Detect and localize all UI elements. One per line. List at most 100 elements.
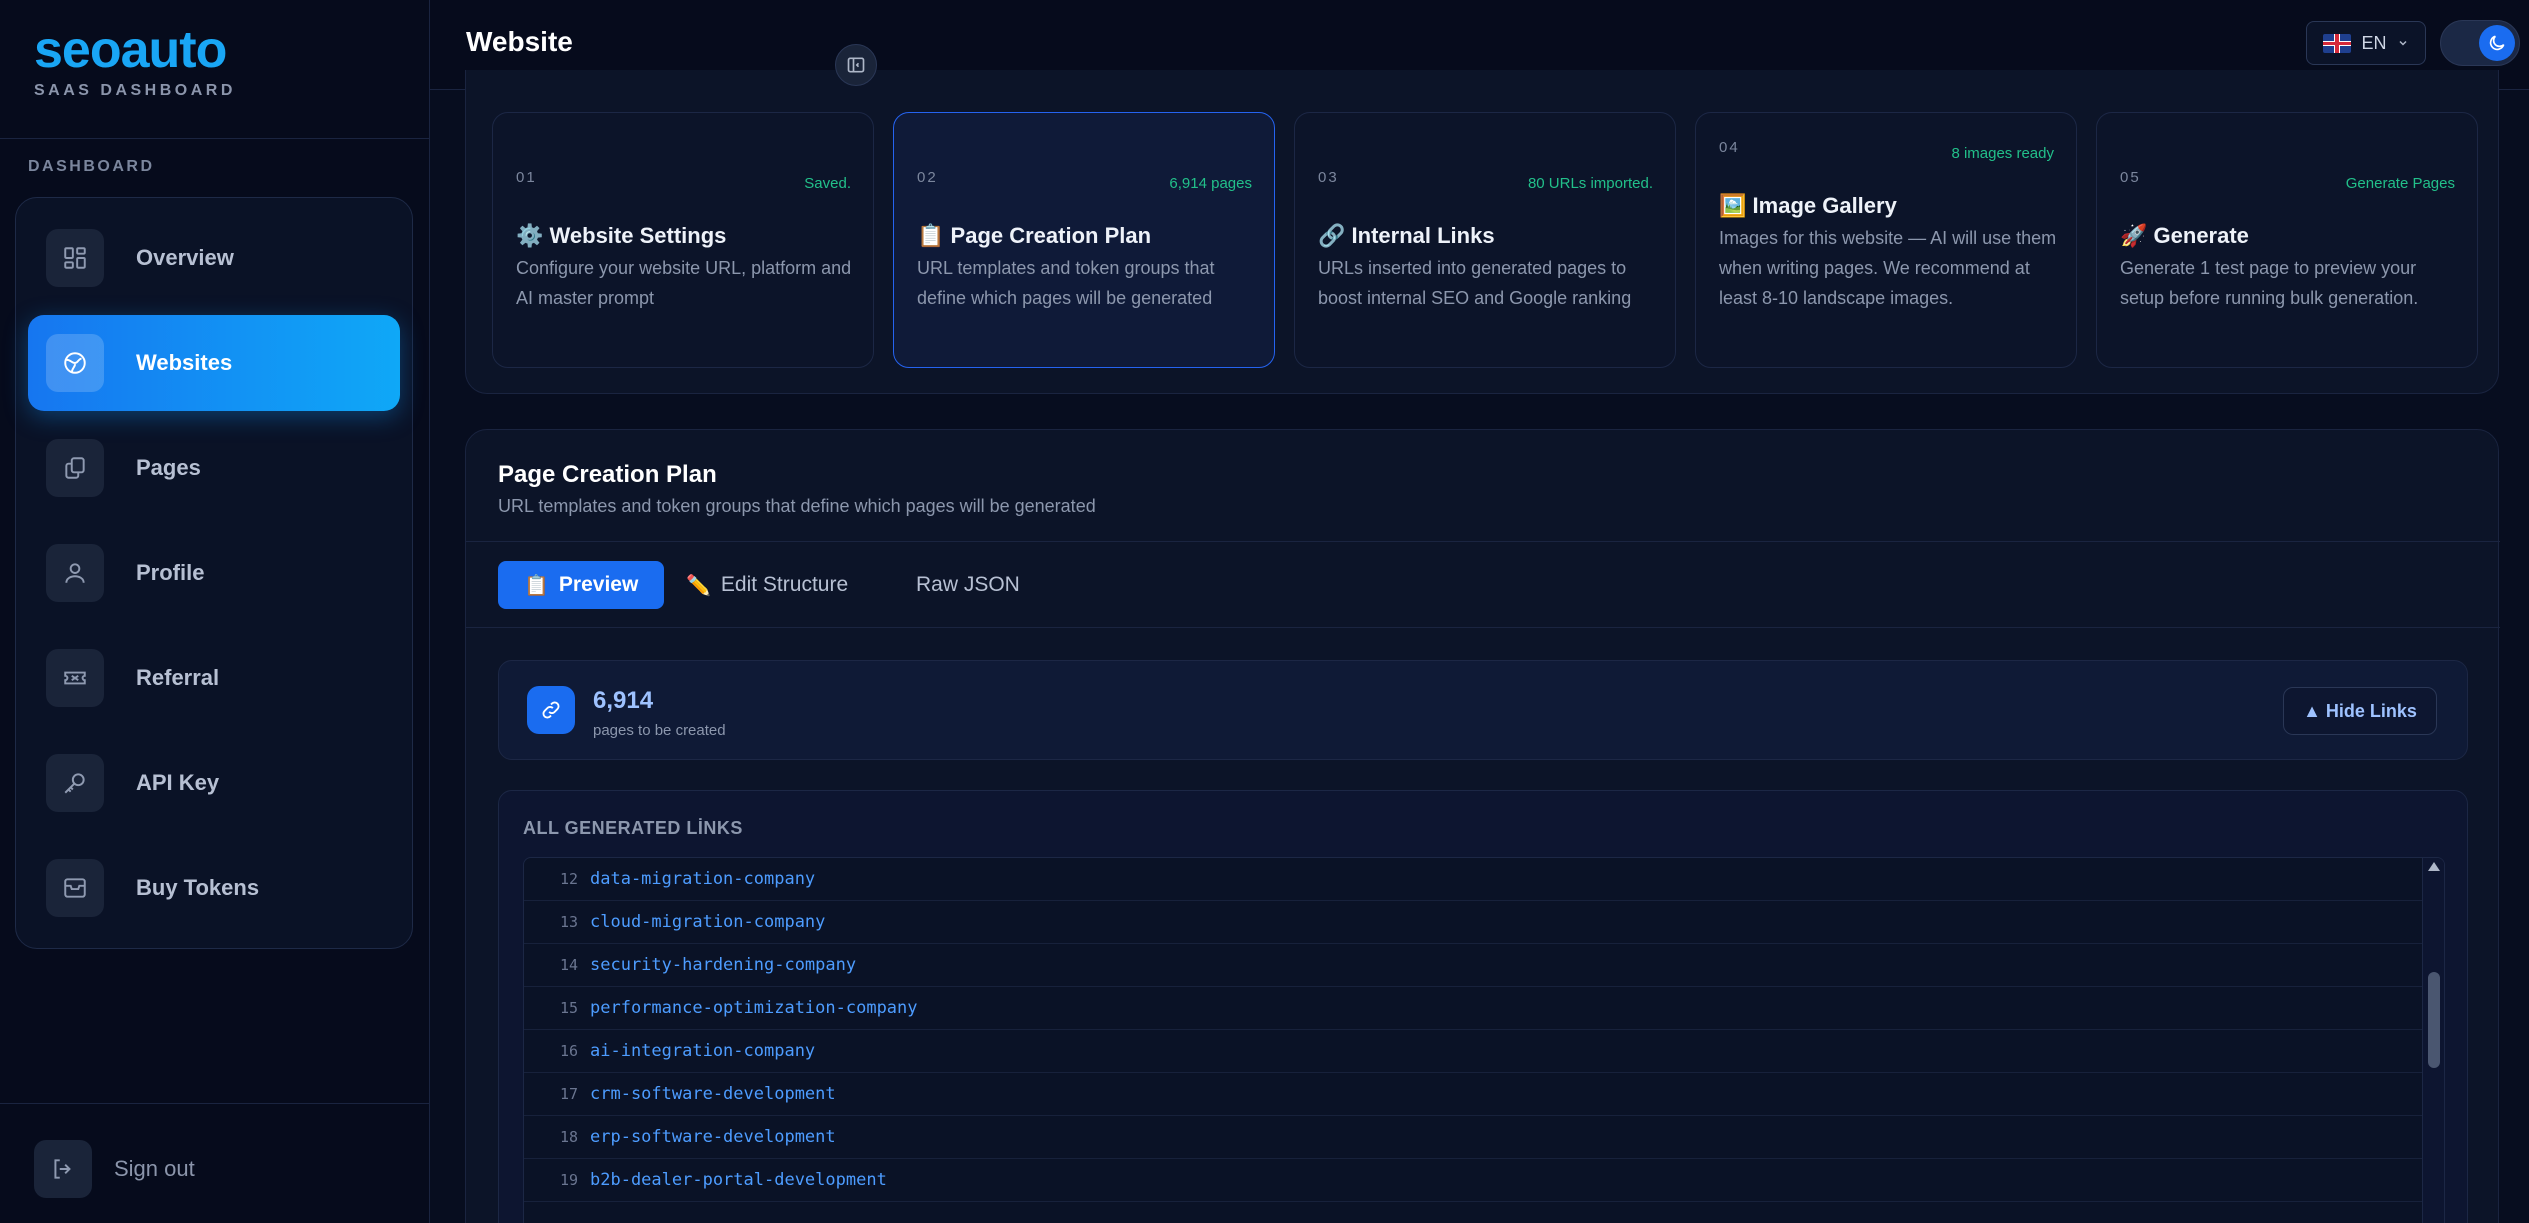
step-card-website-settings[interactable]: 01 Saved. ⚙️ Website Settings Configure … [492,112,874,368]
step-number: 01 [516,169,537,186]
step-card-generate[interactable]: 05 Generate Pages 🚀 Generate Generate 1 … [2096,112,2478,368]
section-divider [466,541,2500,542]
step-title: Page Creation Plan [950,223,1152,248]
copy-icon [46,439,104,497]
step-title: Image Gallery [1752,193,1897,218]
sidebar-collapse-button[interactable] [835,44,877,86]
link-slug[interactable]: data-migration-company [590,869,815,889]
tab-label: Edit Structure [720,573,849,596]
scroll-up-arrow-icon[interactable] [2428,862,2440,871]
link-number: 19 [559,1171,578,1189]
link-number: 17 [559,1085,578,1103]
link-number: 12 [559,870,578,888]
sidebar-item-label: Overview [136,245,234,270]
tab-label: Preview [558,573,639,596]
tab-edit-structure[interactable]: ✏️ Edit Structure [660,561,874,609]
link-icon [527,686,575,734]
generated-links-card: ALL GENERATED LİNKS 12 data-migration-co… [498,790,2468,1223]
step-status-badge: 6,914 pages [1169,175,1252,192]
language-code: EN [2361,32,2387,53]
scrollbar-thumb[interactable] [2428,972,2440,1068]
link-slug[interactable]: security-hardening-company [590,955,856,975]
step-card-image-gallery[interactable]: 04 8 images ready 🖼️ Image Gallery Image… [1695,112,2077,368]
link-slug[interactable]: crm-software-development [590,1084,836,1104]
sidebar-item-label: Websites [136,350,233,375]
brand-logo: seoauto [34,21,227,79]
sidebar-nav: Overview Websites Pages Profile Referral [15,197,413,949]
sidebar-item-label: Profile [136,560,205,585]
language-selector[interactable]: EN [2306,21,2426,65]
signout-button[interactable]: Sign out [34,1140,195,1198]
link-icon: 🔗 [1318,223,1346,248]
logout-icon [34,1140,92,1198]
image-icon: 🖼️ [1719,193,1747,218]
link-slug[interactable]: b2b-dealer-portal-development [590,1170,887,1190]
theme-toggle[interactable] [2440,20,2520,66]
brand-subtitle: SAAS DASHBOARD [34,82,236,99]
step-number: 05 [2120,169,2141,186]
link-number: 18 [559,1128,578,1146]
list-item[interactable]: 18 erp-software-development [524,1116,2444,1159]
ticket-icon [46,649,104,707]
sidebar-toggle-icon [847,57,865,73]
step-number: 03 [1318,169,1339,186]
list-item[interactable]: 12 data-migration-company [524,858,2444,901]
sidebar-item-label: Buy Tokens [136,875,260,900]
step-number: 02 [917,169,938,186]
link-number: 14 [559,956,578,974]
steps-panel: 01 Saved. ⚙️ Website Settings Configure … [465,70,2499,394]
tab-preview[interactable]: 📋 Preview [498,561,665,609]
tab-raw-json[interactable]: Raw JSON [890,561,1046,609]
sidebar-item-profile[interactable]: Profile [28,525,400,621]
sidebar-bottom-divider [0,1103,430,1104]
rocket-icon: 🚀 [2120,223,2148,248]
brand[interactable]: seoauto SAAS DASHBOARD [34,22,236,100]
link-slug[interactable]: performance-optimization-company [590,998,918,1018]
chevron-down-icon [2398,40,2407,46]
page-count-card: 6,914 pages to be created ▲ Hide Links [498,660,2468,760]
step-card-page-creation-plan[interactable]: 02 6,914 pages 📋 Page Creation Plan URL … [893,112,1275,368]
link-number: 16 [559,1042,578,1060]
sidebar-section-label: DASHBOARD [28,158,155,175]
sidebar-item-label: API Key [136,770,220,795]
list-item[interactable]: 13 cloud-migration-company [524,901,2444,944]
step-card-internal-links[interactable]: 03 80 URLs imported. 🔗 Internal Links UR… [1294,112,1676,368]
key-icon [46,754,104,812]
step-description: Configure your website URL, platform and… [516,258,852,308]
clipboard-icon: 📋 [917,223,945,248]
sidebar-item-referral[interactable]: Referral [28,630,400,726]
signout-label: Sign out [114,1156,195,1181]
sidebar-item-overview[interactable]: Overview [28,210,400,306]
list-item[interactable]: 16 ai-integration-company [524,1030,2444,1073]
link-number: 15 [559,999,578,1017]
step-status-badge: Generate Pages [2345,175,2455,192]
step-number: 04 [1719,139,1740,156]
links-scrollbar[interactable] [2422,858,2444,1223]
step-status-badge: 8 images ready [1951,145,2054,162]
sidebar-item-pages[interactable]: Pages [28,420,400,516]
uk-flag-icon [2323,33,2352,53]
user-icon [46,544,104,602]
clipboard-icon: 📋 [524,574,549,597]
link-slug[interactable]: erp-software-development [590,1127,836,1147]
section-title: Page Creation Plan [498,461,717,488]
step-title: Generate [2153,223,2249,248]
step-description: URL templates and token groups that defi… [917,258,1215,308]
link-slug[interactable]: cloud-migration-company [590,912,825,932]
grid-icon [46,229,104,287]
link-slug[interactable]: ai-integration-company [590,1041,815,1061]
page-count-label: pages to be created [593,722,726,739]
sidebar-item-api-key[interactable]: API Key [28,735,400,831]
generated-links-header: ALL GENERATED LİNKS [523,818,743,838]
gear-icon: ⚙️ [516,223,544,248]
hide-links-button[interactable]: ▲ Hide Links [2283,687,2437,735]
list-item[interactable]: 17 crm-software-development [524,1073,2444,1116]
list-item[interactable]: 19 b2b-dealer-portal-development [524,1159,2444,1202]
sidebar-item-websites[interactable]: Websites [28,315,400,411]
tabs-divider [466,627,2500,628]
list-item[interactable]: 14 security-hardening-company [524,944,2444,987]
sidebar-item-buy-tokens[interactable]: Buy Tokens [28,840,400,936]
generated-links-list[interactable]: 12 data-migration-company 13 cloud-migra… [523,857,2445,1223]
archive-icon [46,859,104,917]
list-item[interactable]: 15 performance-optimization-company [524,987,2444,1030]
